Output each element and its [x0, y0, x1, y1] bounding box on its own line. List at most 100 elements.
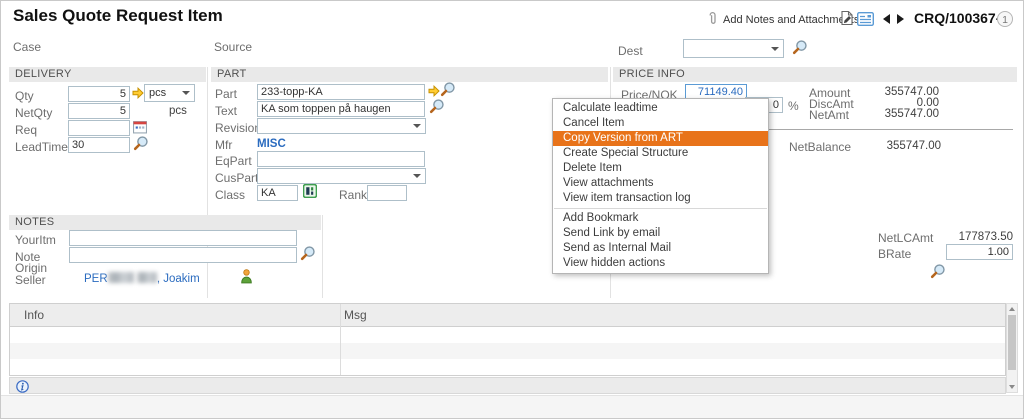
calendar-icon[interactable] [133, 120, 147, 134]
netqty-unit: pcs [169, 105, 187, 117]
previous-record-icon[interactable] [883, 14, 890, 24]
notes-document-icon[interactable] [840, 10, 854, 26]
menu-item-add-bookmark[interactable]: Add Bookmark [553, 211, 768, 226]
menu-item-view-hidden-actions[interactable]: View hidden actions [553, 256, 768, 271]
info-msg-table: Info Msg [9, 303, 1006, 376]
seller-name-redacted [137, 272, 157, 283]
menu-item-copy-version-from-art[interactable]: Copy Version from ART [553, 131, 768, 146]
req-date-input[interactable] [68, 120, 130, 136]
next-record-icon[interactable] [897, 14, 904, 24]
dest-combobox[interactable] [683, 39, 784, 58]
attachments-panel-icon[interactable] [857, 12, 874, 26]
part-input[interactable] [257, 84, 425, 100]
note-input[interactable] [69, 247, 297, 263]
paperclip-icon [707, 11, 718, 27]
menu-item-send-as-internal-mail[interactable]: Send as Internal Mail [553, 241, 768, 256]
netamt-value: 355747.00 [857, 108, 939, 120]
chevron-down-icon [413, 174, 421, 178]
page-title: Sales Quote Request Item [13, 6, 223, 26]
part-label: Part [215, 87, 237, 101]
table-row[interactable] [10, 343, 1005, 359]
revision-combobox[interactable] [257, 118, 426, 134]
qty-input[interactable] [68, 86, 130, 102]
seller-name-suffix: , Joakim [157, 273, 200, 285]
menu-item-calculate-leadtime[interactable]: Calculate leadtime [553, 101, 768, 116]
column-header-info[interactable]: Info [24, 308, 44, 322]
scroll-down-icon[interactable] [1009, 385, 1015, 389]
person-icon[interactable] [240, 269, 253, 284]
netamt-label: NetAmt [809, 108, 849, 122]
leadtime-search-icon[interactable] [132, 135, 149, 152]
netlcamt-value: 177873.50 [931, 231, 1013, 243]
netlcamt-label: NetLCAmt [878, 231, 933, 245]
rank-label: Rank [339, 188, 367, 202]
menu-item-cancel-item[interactable]: Cancel Item [553, 116, 768, 131]
menu-separator [554, 208, 767, 209]
qty-uom-combobox[interactable]: pcs [144, 84, 195, 102]
mfr-link[interactable]: MISC [257, 138, 286, 150]
menu-item-view-item-transaction-log[interactable]: View item transaction log [553, 191, 768, 206]
case-label: Case [13, 40, 41, 54]
chevron-down-icon [182, 91, 190, 95]
seller-label: Seller [15, 273, 46, 287]
table-scrollbar[interactable] [1006, 303, 1018, 393]
menu-item-create-special-structure[interactable]: Create Special Structure [553, 146, 768, 161]
record-count-badge[interactable]: 1 [997, 11, 1013, 27]
rank-input[interactable] [367, 185, 407, 201]
text-search-icon[interactable] [428, 98, 445, 115]
table-row[interactable] [10, 359, 1005, 375]
text-input[interactable] [257, 101, 425, 117]
source-label: Source [214, 40, 252, 54]
sales-quote-request-item-window: Sales Quote Request Item Add Notes and A… [0, 0, 1024, 419]
menu-item-view-attachments[interactable]: View attachments [553, 176, 768, 191]
seller-name-prefix: PER [84, 273, 108, 285]
chevron-down-icon [771, 47, 779, 51]
table-header: Info Msg [10, 304, 1005, 327]
eqpart-input[interactable] [257, 151, 425, 167]
brate-input[interactable] [946, 244, 1013, 260]
netqty-input[interactable] [68, 103, 130, 119]
add-notes-attachments-label[interactable]: Add Notes and Attachments [723, 14, 859, 26]
scroll-up-icon[interactable] [1009, 307, 1015, 311]
column-divider [207, 67, 208, 298]
note-search-icon[interactable] [299, 245, 316, 262]
dest-search-icon[interactable] [791, 39, 808, 56]
class-input[interactable] [257, 185, 298, 201]
qty-label: Qty [15, 89, 34, 103]
price-info-section-header: PRICE INFO [613, 67, 1017, 82]
info-icon[interactable] [16, 380, 29, 393]
table-column-divider [340, 304, 341, 375]
discount-unit-label: % [788, 99, 799, 113]
youritm-input[interactable] [69, 230, 297, 246]
eqpart-label: EqPart [215, 154, 252, 168]
part-search-icon[interactable] [439, 81, 456, 98]
netbalance-label: NetBalance [789, 140, 851, 154]
class-label: Class [215, 188, 245, 202]
brate-search-icon[interactable] [929, 263, 946, 280]
text-label: Text [215, 104, 237, 118]
menu-item-delete-item[interactable]: Delete Item [553, 161, 768, 176]
leadtime-input[interactable] [68, 137, 130, 153]
menu-item-send-link-by-email[interactable]: Send Link by email [553, 226, 768, 241]
qty-uom-value: pcs [149, 87, 166, 99]
delivery-section-header: DELIVERY [9, 67, 206, 82]
context-menu: Calculate leadtime Cancel Item Copy Vers… [552, 98, 769, 274]
seller-link[interactable]: PER , Joakim [84, 272, 200, 285]
mfr-label: Mfr [215, 138, 232, 152]
cuspart-combobox[interactable] [257, 168, 426, 184]
netbalance-value: 355747.00 [859, 140, 941, 152]
table-status-bar [9, 377, 1006, 394]
column-divider [322, 215, 323, 298]
scrollbar-thumb[interactable] [1008, 315, 1016, 370]
brate-label: BRate [878, 247, 911, 261]
leadtime-label: LeadTime [15, 140, 68, 154]
classification-icon[interactable] [303, 184, 317, 198]
netqty-label: NetQty [15, 106, 52, 120]
notes-section-header: NOTES [9, 215, 321, 230]
column-header-msg[interactable]: Msg [344, 308, 367, 322]
chevron-down-icon [413, 124, 421, 128]
part-section-header: PART [211, 67, 608, 82]
table-row[interactable] [10, 327, 1005, 343]
record-id: CRQ/100367-1 [914, 10, 1008, 26]
qty-navigate-icon[interactable] [132, 87, 144, 99]
